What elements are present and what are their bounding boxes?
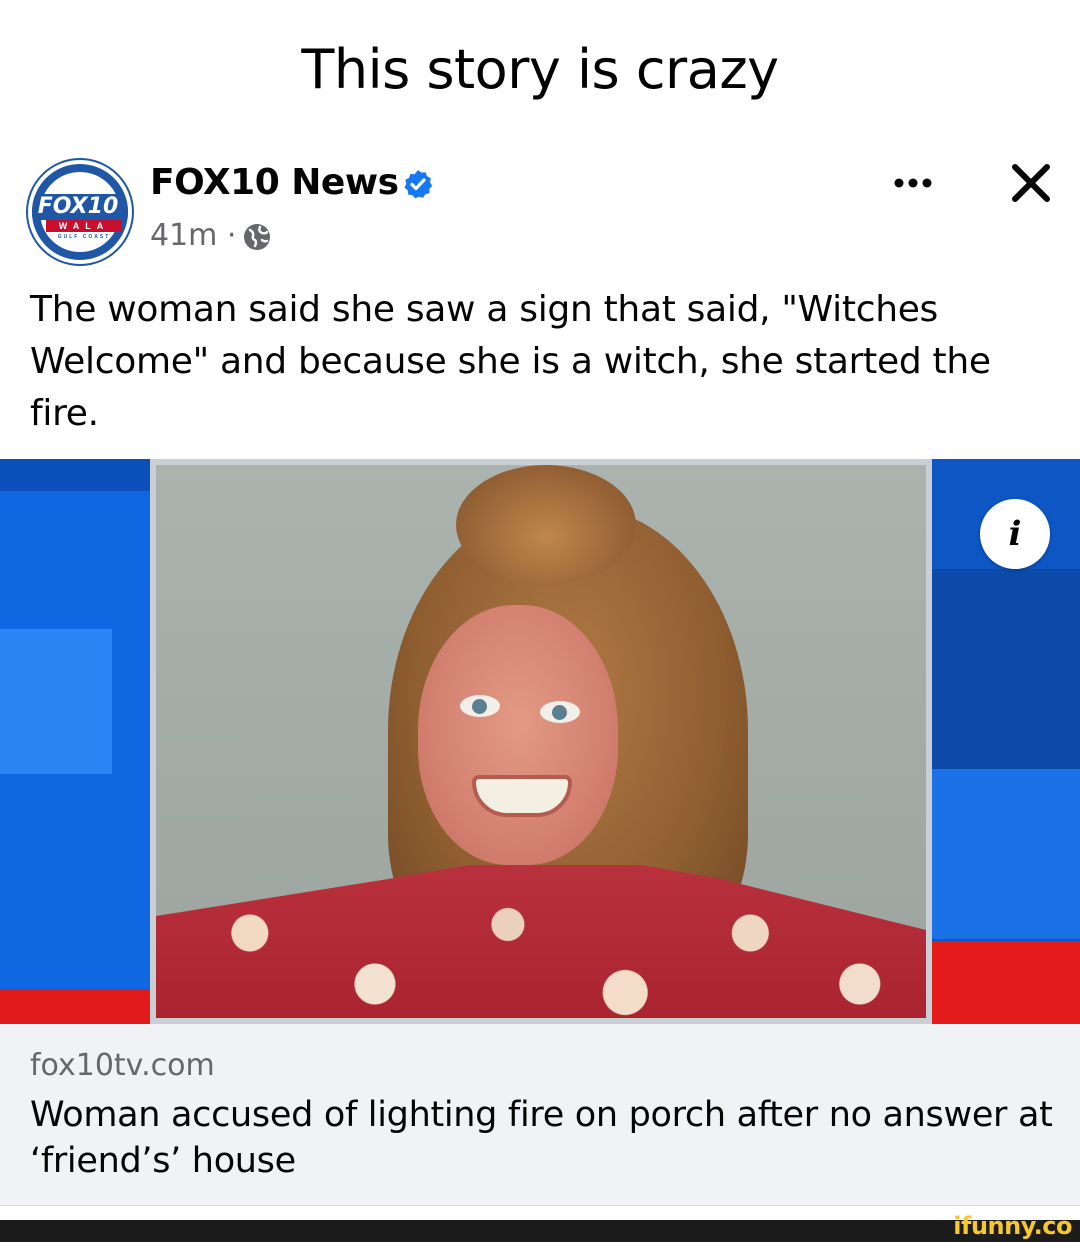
avatar-sub-text: WALA bbox=[46, 220, 122, 232]
post-header: FOX10 WALA GULF COAST FOX10 News 41m · bbox=[28, 158, 1058, 268]
verified-badge-icon bbox=[404, 170, 433, 199]
post-timestamp[interactable]: 41m · bbox=[150, 218, 236, 253]
page-name[interactable]: FOX10 News bbox=[150, 162, 399, 203]
ifunny-watermark: ifunny.co bbox=[953, 1212, 1072, 1240]
background-tile-right-light bbox=[932, 769, 1080, 939]
mugshot-photo bbox=[150, 459, 932, 1024]
hair-bun bbox=[456, 465, 636, 585]
link-preview-card[interactable]: fox10tv.com Woman accused of lighting fi… bbox=[0, 1024, 1080, 1206]
link-title[interactable]: Woman accused of lighting fire on porch … bbox=[30, 1092, 1060, 1184]
watermark-bar: ifunny.co bbox=[0, 1212, 1080, 1242]
page-avatar[interactable]: FOX10 WALA GULF COAST bbox=[28, 160, 132, 264]
avatar-tag-text: GULF COAST bbox=[57, 234, 111, 240]
background-tile-left bbox=[0, 629, 112, 774]
smile bbox=[472, 775, 572, 817]
post-text: The woman said she saw a sign that said,… bbox=[30, 289, 991, 434]
more-options-icon[interactable] bbox=[890, 168, 936, 198]
background-stripe-left-red bbox=[0, 989, 150, 1024]
post-image[interactable]: i bbox=[0, 459, 1080, 1024]
background-stripe-right-red bbox=[932, 941, 1080, 1024]
background-tile-right-dark bbox=[932, 569, 1080, 769]
globe-icon bbox=[244, 224, 270, 250]
face bbox=[418, 605, 618, 865]
close-icon[interactable] bbox=[1008, 160, 1054, 206]
left-eye bbox=[460, 695, 500, 717]
right-eye bbox=[540, 701, 580, 723]
background-panel-left-top bbox=[0, 459, 150, 491]
info-icon[interactable]: i bbox=[980, 499, 1050, 569]
link-domain: fox10tv.com bbox=[30, 1048, 215, 1083]
meme-caption: This story is crazy bbox=[301, 38, 779, 101]
avatar-logo-text: FOX10 bbox=[32, 194, 128, 220]
